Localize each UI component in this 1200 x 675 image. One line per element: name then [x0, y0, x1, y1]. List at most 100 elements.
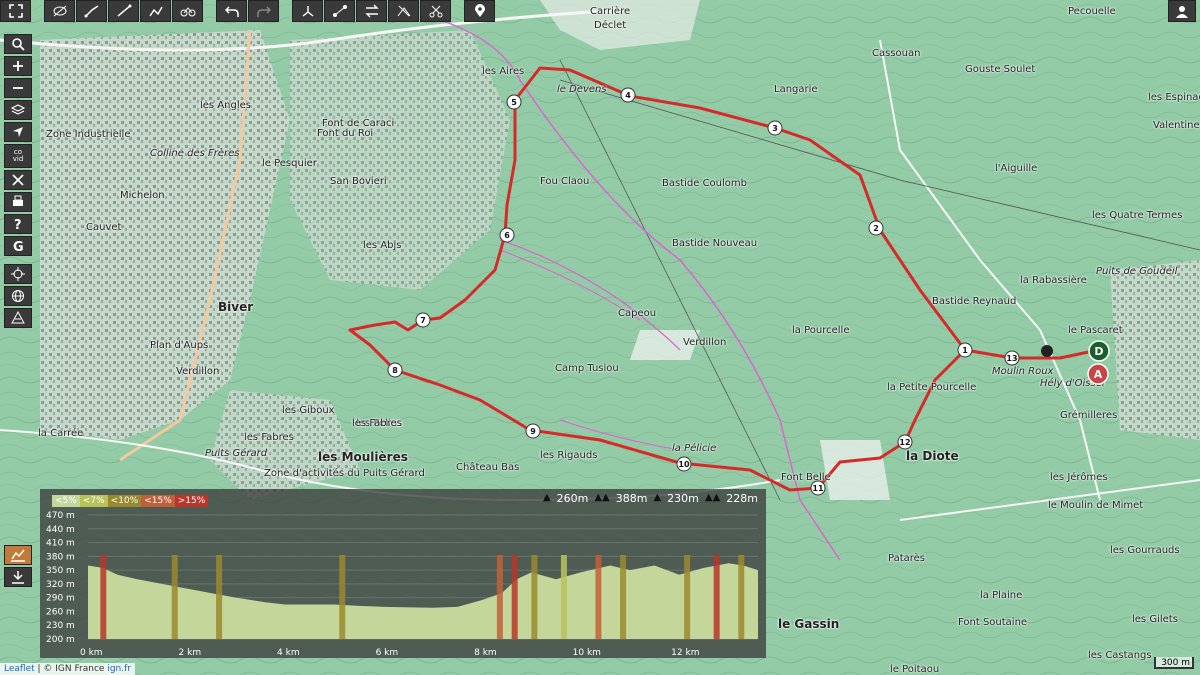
map-place-label: Font de Caraci — [322, 118, 395, 129]
zoom-out-icon[interactable] — [4, 78, 32, 98]
map-place-label: Château Bas — [456, 462, 520, 473]
map-place-label: Bastide Nouveau — [672, 238, 758, 249]
elevation-controls — [4, 545, 32, 587]
elevation-chart[interactable]: 470 m 440 m 410 m 380 m 350 m 320 m 290 m 260 m… — [40, 489, 766, 658]
cut-icon[interactable] — [420, 0, 451, 22]
y-tick-label: 230 m — [46, 621, 75, 631]
crosshair-icon[interactable] — [4, 264, 32, 284]
print-icon[interactable] — [4, 192, 32, 212]
marker-icon[interactable] — [464, 0, 495, 22]
map-place-label: la Diote — [906, 449, 959, 463]
search-icon[interactable] — [4, 34, 32, 54]
map-place-label: les Gilets — [1132, 614, 1178, 625]
map-place-label: Puits de Goudeil — [1096, 266, 1178, 277]
map-place-label: Biver — [218, 300, 254, 314]
locate-icon[interactable] — [4, 122, 32, 142]
map-place-label: la Pélicie — [672, 443, 717, 454]
map-place-label: Michelon — [120, 190, 165, 201]
map-place-label: la Petite Pourcelle — [887, 382, 977, 393]
elevation-area — [88, 563, 758, 639]
slope-band — [684, 555, 691, 639]
scale-label: 300 m — [1161, 658, 1190, 668]
map-place-label: les Jérômes — [1050, 472, 1108, 483]
y-tick-label: 350 m — [46, 566, 75, 576]
nodes-icon[interactable] — [324, 0, 355, 22]
leaflet-link[interactable]: Leaflet — [4, 664, 35, 674]
map-place-label: Hély d'Oissel — [1040, 378, 1105, 389]
map-place-label: Fou Claou — [540, 176, 590, 187]
delete-icon[interactable] — [388, 0, 419, 22]
x-tick-label: 8 km — [474, 648, 497, 658]
y-tick-label: 200 m — [46, 635, 75, 645]
slope-band — [713, 555, 720, 639]
map-place-label: Zone d'activités du Puits Gérard — [264, 468, 425, 479]
map-place-label: Capeou — [618, 308, 657, 319]
layers-icon[interactable] — [4, 100, 32, 120]
swap-icon[interactable] — [356, 0, 387, 22]
x-tick-label: 6 km — [376, 648, 399, 658]
slope-band — [216, 555, 223, 639]
y-tick-label: 440 m — [46, 525, 75, 535]
geo-icon[interactable]: G — [4, 236, 32, 256]
ign-link[interactable]: ign.fr — [107, 664, 131, 674]
map-place-label: la Plaine — [980, 590, 1023, 601]
map-place-label: Puits Gérard — [205, 448, 268, 459]
x-tick-label: 12 km — [671, 648, 699, 658]
line-icon[interactable] — [108, 0, 139, 22]
slope-band — [496, 555, 503, 639]
waypoints-icon[interactable] — [140, 0, 171, 22]
map-place-label: les Castangs — [1088, 650, 1152, 661]
fullscreen-icon[interactable] — [0, 0, 31, 22]
map-place-label: le Pesquier — [262, 158, 317, 169]
map-place-label: Gouste Soulet — [965, 64, 1036, 75]
map-place-label: les Angles — [200, 100, 251, 111]
map-place-label: Cassouan — [872, 48, 921, 59]
map-place-label: les Quatre Termes — [1092, 210, 1183, 221]
svg-text:G: G — [13, 240, 24, 253]
ign-credit: IGN France — [55, 664, 105, 674]
globe-icon[interactable] — [4, 286, 32, 306]
map-place-label: Verdillon — [683, 337, 727, 348]
chart-icon[interactable] — [4, 545, 32, 565]
map-place-label: Carrière — [590, 6, 631, 17]
map-controls-sidebar: co vid ? G — [4, 34, 32, 328]
map-place-label: Plan d'Aups — [150, 340, 209, 351]
map-place-label: les Rigauds — [540, 450, 598, 461]
map-place-label: Pecouelle — [1068, 6, 1116, 17]
svg-text:?: ? — [14, 218, 22, 231]
slope-band — [620, 555, 627, 639]
map-place-label: les Abjs — [363, 240, 402, 251]
map-place-label: Moulin Roux — [992, 366, 1054, 377]
undo-icon[interactable] — [216, 0, 247, 22]
covid-button[interactable]: co vid — [4, 144, 32, 168]
x-tick-label: 10 km — [573, 648, 601, 658]
slope-band — [560, 555, 567, 639]
map-place-label: la Pourcelle — [792, 325, 850, 336]
branch-icon[interactable] — [292, 0, 323, 22]
zoom-in-icon[interactable] — [4, 56, 32, 76]
bike-icon[interactable] — [172, 0, 203, 22]
route-icon[interactable] — [76, 0, 107, 22]
covid-label: co vid — [12, 148, 24, 163]
route-toolbar — [0, 0, 495, 22]
elevation-profile-panel[interactable]: <5% <7% <10% <15% >15% ▲ 260m ▲▲ 388m ▲ 230m ▲▲… — [40, 489, 766, 658]
download-icon[interactable] — [4, 567, 32, 587]
map-place-label: Déclet — [594, 20, 627, 31]
eye-off-icon[interactable] — [44, 0, 75, 22]
cross-icon[interactable] — [4, 170, 32, 190]
y-tick-label: 410 m — [46, 539, 75, 549]
attribution-separator: | © — [34, 664, 56, 674]
map-place-label: Colline des Frères — [150, 148, 240, 159]
map-place-label: Langarie — [774, 84, 818, 95]
map-attribution: Leaflet | © IGN France ign.fr — [0, 663, 135, 675]
slope-band — [531, 555, 538, 639]
user-icon[interactable] — [1168, 0, 1196, 22]
help-icon[interactable]: ? — [4, 214, 32, 234]
map-place-label: Cauvet — [86, 222, 122, 233]
slope-band — [738, 555, 745, 639]
map-place-label: Font Soutaine — [958, 617, 1028, 628]
slope-band — [339, 555, 346, 639]
y-tick-label: 290 m — [46, 594, 75, 604]
redo-icon[interactable] — [248, 0, 279, 22]
layers-stack-icon[interactable] — [4, 308, 32, 328]
